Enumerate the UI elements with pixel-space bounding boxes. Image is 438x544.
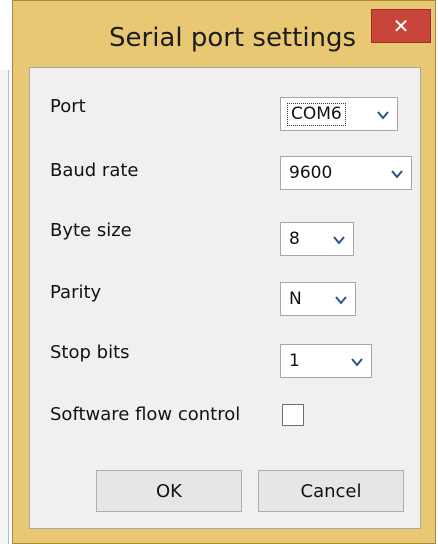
chevron-down-icon: [391, 170, 403, 179]
chevron-down-icon: [333, 236, 345, 245]
baud-rate-select[interactable]: 9600: [280, 156, 412, 190]
background-window-edge: [0, 70, 9, 544]
port-label: Port: [50, 96, 86, 117]
dialog-client-area: Port COM6 Baud rate 9600 Byte size 8 Par…: [29, 67, 421, 529]
port-select[interactable]: COM6: [280, 97, 398, 131]
parity-label: Parity: [50, 282, 102, 303]
port-value: COM6: [287, 103, 346, 126]
chevron-down-icon: [377, 111, 389, 120]
close-button[interactable]: ✕: [371, 9, 431, 43]
baud-rate-value: 9600: [289, 163, 333, 183]
byte-size-select[interactable]: 8: [280, 222, 354, 256]
software-flow-control-label: Software flow control: [50, 404, 241, 425]
stop-bits-value: 1: [289, 351, 300, 371]
title-bar[interactable]: Serial port settings ✕: [13, 1, 435, 67]
baud-rate-label: Baud rate: [50, 160, 139, 181]
stop-bits-label: Stop bits: [50, 342, 130, 363]
close-icon: ✕: [392, 14, 410, 38]
serial-port-settings-dialog: Serial port settings ✕ Port COM6 Baud ra…: [12, 0, 436, 544]
byte-size-label: Byte size: [50, 220, 132, 241]
dialog-title: Serial port settings: [109, 23, 357, 53]
parity-select[interactable]: N: [280, 282, 356, 316]
software-flow-control-checkbox[interactable]: [282, 404, 304, 426]
stop-bits-select[interactable]: 1: [280, 344, 372, 378]
parity-value: N: [289, 289, 302, 309]
ok-button[interactable]: OK: [96, 470, 242, 512]
cancel-button[interactable]: Cancel: [258, 470, 404, 512]
byte-size-value: 8: [289, 229, 300, 249]
chevron-down-icon: [335, 296, 347, 305]
chevron-down-icon: [351, 358, 363, 367]
